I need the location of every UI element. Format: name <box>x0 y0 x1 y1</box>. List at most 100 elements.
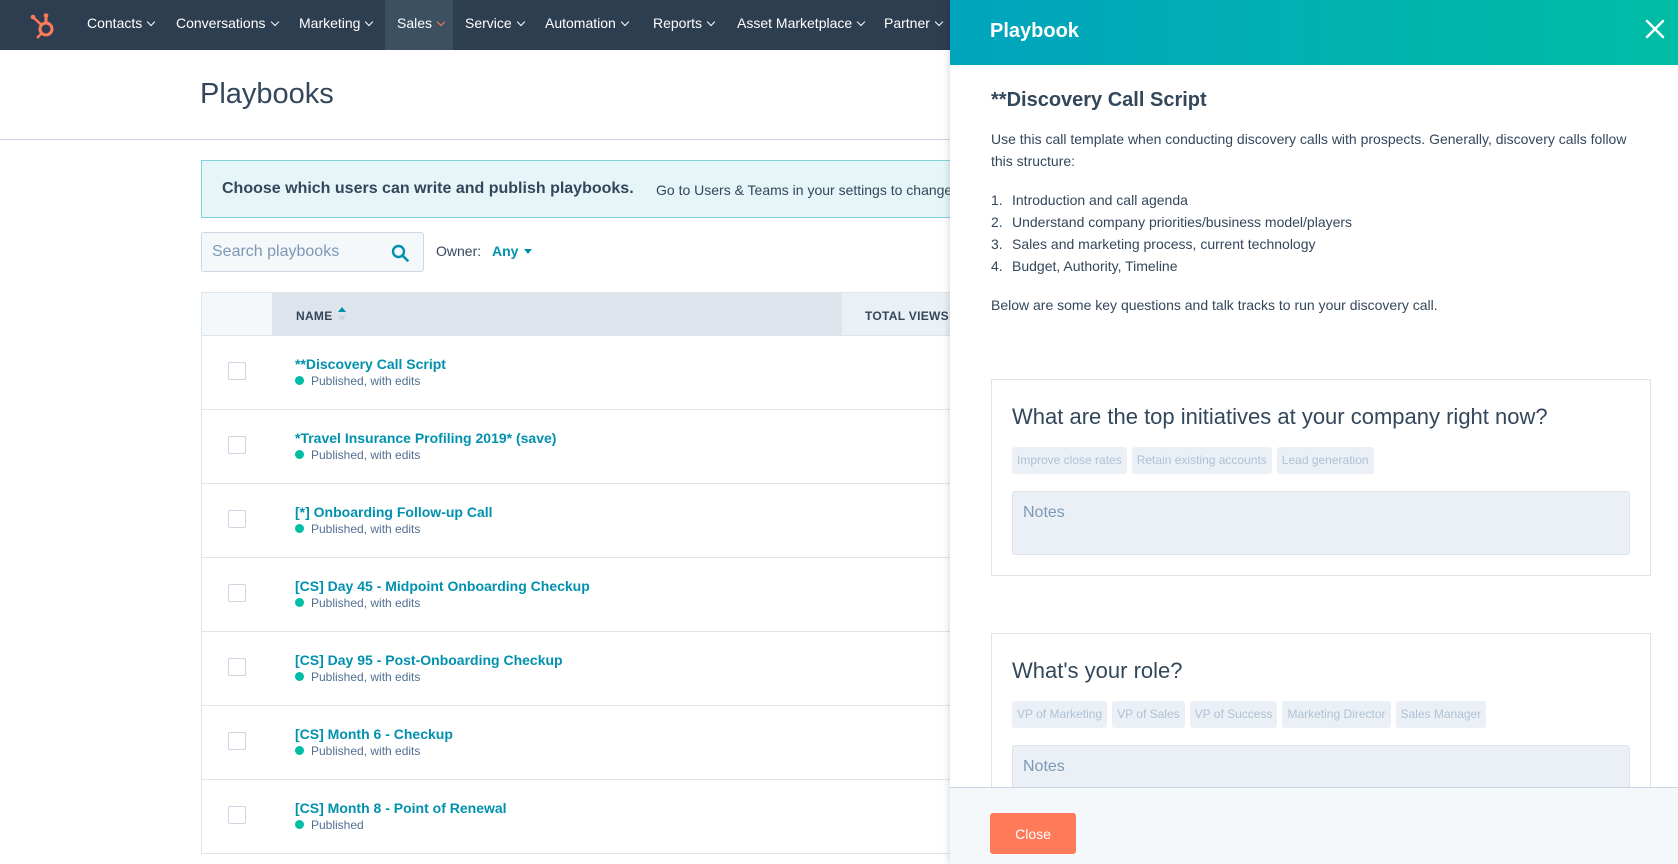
list-item: 4. Budget, Authority, Timeline <box>991 258 1178 274</box>
sort-ascending-icon[interactable] <box>338 307 346 321</box>
answer-tag[interactable]: Improve close rates <box>1012 447 1127 474</box>
status-text: Published, with edits <box>295 596 420 610</box>
playbook-link[interactable]: [CS] Month 6 - Checkup <box>295 726 453 742</box>
status-dot-icon <box>295 598 304 607</box>
header-checkbox-column <box>202 293 272 335</box>
nav-service[interactable]: Service <box>453 0 536 50</box>
nav-conversations[interactable]: Conversations <box>164 0 290 50</box>
notes-placeholder: Notes <box>1023 758 1065 775</box>
table-row: [CS] Day 95 - Post-Onboarding Checkup Pu… <box>201 632 971 706</box>
playbook-title: **Discovery Call Script <box>991 89 1207 111</box>
answer-tag[interactable]: Lead generation <box>1276 447 1374 474</box>
status-text: Published, with edits <box>295 670 420 684</box>
nav-automation[interactable]: Automation <box>533 0 640 50</box>
chevron-down-icon <box>147 17 156 27</box>
playbook-link[interactable]: [CS] Month 8 - Point of Renewal <box>295 800 507 816</box>
playbook-link[interactable]: [CS] Day 45 - Midpoint Onboarding Checku… <box>295 578 590 594</box>
alert-text: Go to Users & Teams in your settings to … <box>656 182 953 198</box>
panel-footer: Close <box>950 787 1678 864</box>
question-title: What's your role? <box>1012 658 1183 683</box>
status-text: Published, with edits <box>295 522 420 536</box>
playbook-intro: Use this call template when conducting d… <box>991 131 1627 169</box>
structure-list: 1. Introduction and call agenda 2. Underst… <box>991 189 1352 277</box>
status-dot-icon <box>295 672 304 681</box>
nav-marketing[interactable]: Marketing <box>287 0 384 50</box>
notes-placeholder: Notes <box>1023 504 1065 521</box>
row-checkbox[interactable] <box>228 362 246 380</box>
chevron-down-icon <box>856 17 866 27</box>
playbook-link[interactable]: [CS] Day 95 - Post-Onboarding Checkup <box>295 652 563 668</box>
nav-asset-marketplace[interactable]: Asset Marketplace <box>725 0 876 50</box>
nav-sales[interactable]: Sales <box>385 0 453 50</box>
answer-tag[interactable]: Retain existing accounts <box>1131 447 1272 474</box>
list-item: 3. Sales and marketing process, current t… <box>991 236 1316 252</box>
hubspot-logo-icon[interactable] <box>28 11 58 41</box>
alert-title: Choose which users can write and publish… <box>222 180 634 197</box>
search-box <box>201 232 424 272</box>
chevron-down-icon <box>365 17 374 27</box>
answer-tag[interactable]: Sales Manager <box>1395 701 1487 728</box>
close-button[interactable]: Close <box>990 813 1076 854</box>
table-row: *Travel Insurance Profiling 2019* (save)… <box>201 410 971 484</box>
playbook-note: Below are some key questions and talk tr… <box>991 297 1438 313</box>
chevron-down-icon <box>706 17 716 27</box>
row-checkbox[interactable] <box>228 806 246 824</box>
table-header: NAME TOTAL VIEWS <box>201 292 971 336</box>
status-text: Published, with edits <box>295 744 420 758</box>
search-input[interactable] <box>202 233 402 271</box>
chevron-down-icon <box>436 17 446 27</box>
search-icon[interactable] <box>391 244 409 262</box>
status-text: Published, with edits <box>295 374 420 388</box>
answer-tags: VP of Marketing VP of Sales VP of Succes… <box>1012 701 1487 728</box>
question-card: What's your role? VP of Marketing VP of … <box>991 633 1651 787</box>
status-dot-icon <box>295 820 304 829</box>
row-checkbox[interactable] <box>228 436 246 454</box>
notes-field[interactable]: Notes <box>1012 745 1630 787</box>
list-item: 1. Introduction and call agenda <box>991 192 1188 208</box>
chevron-down-icon <box>620 17 630 27</box>
row-checkbox[interactable] <box>228 510 246 528</box>
chevron-down-icon <box>934 17 944 27</box>
status-dot-icon <box>295 376 304 385</box>
chevron-down-icon <box>516 17 525 27</box>
chevron-down-icon <box>270 17 279 27</box>
row-checkbox[interactable] <box>228 658 246 676</box>
playbook-link[interactable]: *Travel Insurance Profiling 2019* (save) <box>295 430 556 446</box>
nav-reports[interactable]: Reports <box>641 0 726 50</box>
owner-dropdown[interactable]: Any <box>492 243 533 259</box>
panel-header-title: Playbook <box>990 20 1079 42</box>
column-header-name[interactable]: NAME <box>272 293 842 335</box>
caret-down-icon <box>524 249 533 254</box>
status-dot-icon <box>295 524 304 533</box>
table-row: [CS] Month 8 - Point of Renewal Publishe… <box>201 780 971 854</box>
answer-tags: Improve close rates Retain existing acco… <box>1012 447 1374 474</box>
answer-tag[interactable]: VP of Sales <box>1112 701 1185 728</box>
nav-partner[interactable]: Partner <box>872 0 954 50</box>
table-row: [*] Onboarding Follow-up Call Published,… <box>201 484 971 558</box>
status-text: Published <box>295 818 364 832</box>
panel-body: **Discovery Call Script Use this call te… <box>950 65 1678 787</box>
table-row: [CS] Month 6 - Checkup Published, with e… <box>201 706 971 780</box>
notes-field[interactable]: Notes <box>1012 491 1630 555</box>
answer-tag[interactable]: VP of Success <box>1189 701 1278 728</box>
playbook-link[interactable]: [*] Onboarding Follow-up Call <box>295 504 493 520</box>
answer-tag[interactable]: Marketing Director <box>1282 701 1391 728</box>
playbook-link[interactable]: **Discovery Call Script <box>295 356 446 372</box>
playbook-panel: Playbook **Discovery Call Script Use thi… <box>950 0 1678 864</box>
row-checkbox[interactable] <box>228 584 246 602</box>
question-card: What are the top initiatives at your com… <box>991 379 1651 576</box>
status-dot-icon <box>295 746 304 755</box>
answer-tag[interactable]: VP of Marketing <box>1012 701 1108 728</box>
status-dot-icon <box>295 450 304 459</box>
table-row: **Discovery Call Script Published, with … <box>201 336 971 410</box>
question-title: What are the top initiatives at your com… <box>1012 404 1548 429</box>
nav-contacts[interactable]: Contacts <box>75 0 166 50</box>
row-checkbox[interactable] <box>228 732 246 750</box>
panel-header: Playbook <box>950 0 1678 65</box>
owner-label: Owner: <box>436 243 482 259</box>
close-icon[interactable] <box>1644 18 1666 40</box>
page-title: Playbooks <box>200 78 334 110</box>
list-item: 2. Understand company priorities/business… <box>991 214 1353 230</box>
status-text: Published, with edits <box>295 448 420 462</box>
table-row: [CS] Day 45 - Midpoint Onboarding Checku… <box>201 558 971 632</box>
